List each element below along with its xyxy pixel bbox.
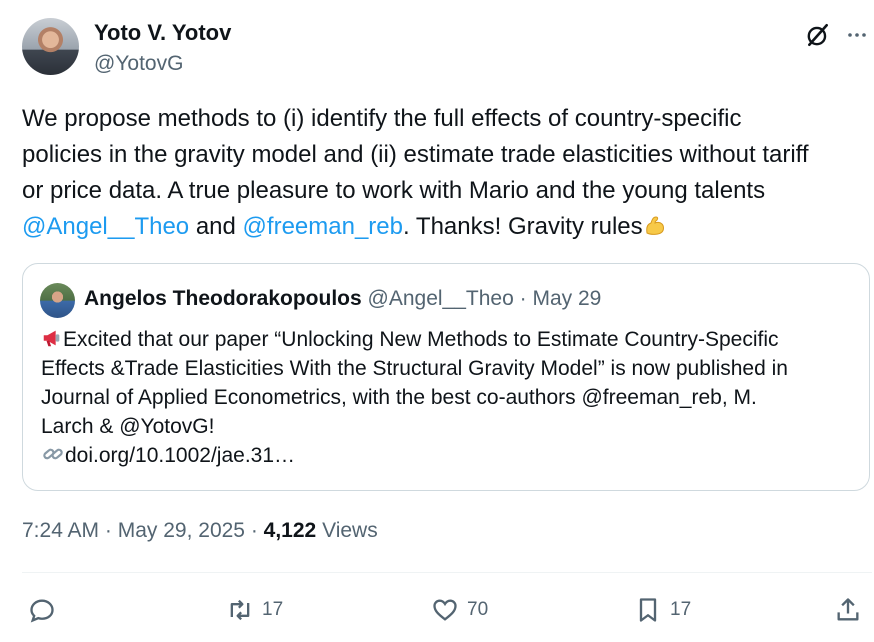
flexed-biceps-emoji bbox=[643, 212, 667, 236]
reply-button[interactable] bbox=[28, 594, 64, 626]
share-icon bbox=[837, 598, 859, 621]
tweet-time[interactable]: 7:24 AM bbox=[22, 519, 99, 542]
author-handle[interactable]: @YotovG bbox=[94, 52, 183, 76]
retweet-count: 17 bbox=[262, 599, 284, 620]
retweet-icon bbox=[230, 599, 250, 621]
quoted-line: Effects &Trade Elasticities With the Str… bbox=[41, 357, 788, 380]
share-button[interactable] bbox=[834, 594, 862, 626]
tweet-line: @Angel__Theo and @freeman_reb. Thanks! G… bbox=[22, 209, 872, 245]
heart-icon bbox=[433, 599, 457, 621]
divider bbox=[22, 572, 872, 573]
megaphone-emoji bbox=[41, 327, 63, 349]
meta-separator: · bbox=[513, 287, 533, 310]
quoted-line: Journal of Applied Econometrics, with th… bbox=[41, 386, 757, 409]
tweet-date[interactable]: May 29, 2025 bbox=[118, 519, 245, 542]
quoted-tweet-text: Excited that our paper “Unlocking New Me… bbox=[41, 325, 861, 470]
mention-link[interactable]: @freeman_reb bbox=[243, 213, 403, 240]
author-display-name[interactable]: Yoto V. Yotov bbox=[94, 20, 231, 46]
retweet-button[interactable]: 17 bbox=[226, 594, 283, 626]
quoted-tweet-date[interactable]: May 29 bbox=[532, 287, 601, 310]
meta-separator: · bbox=[245, 519, 264, 542]
views-label: Views bbox=[316, 519, 378, 542]
quoted-author-name[interactable]: Angelos Theodorakopoulos bbox=[84, 287, 362, 310]
bookmark-count: 17 bbox=[670, 599, 692, 620]
meta-separator: · bbox=[99, 519, 118, 542]
tweet-meta: 7:24 AM · May 29, 2025 · 4,122 Views bbox=[22, 519, 378, 543]
tweet-line: policies in the gravity model and (ii) e… bbox=[22, 141, 809, 168]
tweet-fragment: . Thanks! Gravity rules bbox=[403, 213, 643, 240]
grok-icon[interactable] bbox=[803, 20, 833, 50]
like-button[interactable]: 70 bbox=[431, 594, 488, 626]
tweet-line: We propose methods to (i) identify the f… bbox=[22, 105, 742, 132]
quoted-link[interactable]: doi.org/10.1002/jae.31… bbox=[65, 444, 295, 467]
more-icon[interactable] bbox=[842, 20, 872, 50]
quoted-link-line[interactable]: doi.org/10.1002/jae.31… bbox=[41, 441, 861, 470]
link-emoji bbox=[41, 443, 65, 465]
quoted-line-text: Excited that our paper “Unlocking New Me… bbox=[63, 328, 779, 351]
quoted-tweet-header: Angelos Theodorakopoulos @Angel__Theo · … bbox=[84, 287, 601, 311]
tweet-line: or price data. A true pleasure to work w… bbox=[22, 177, 766, 204]
reply-icon bbox=[30, 599, 54, 623]
quoted-author-avatar[interactable] bbox=[40, 283, 75, 318]
tweet-fragment: and bbox=[189, 213, 243, 240]
author-avatar[interactable] bbox=[22, 18, 79, 75]
quoted-author-handle[interactable]: @Angel__Theo bbox=[368, 287, 514, 310]
mention-link[interactable]: @Angel__Theo bbox=[22, 213, 189, 240]
bookmark-icon bbox=[639, 598, 657, 622]
views-count: 4,122 bbox=[263, 519, 317, 542]
tweet-text: We propose methods to (i) identify the f… bbox=[22, 101, 872, 245]
quoted-line: Larch & @YotovG! bbox=[41, 415, 215, 438]
quoted-line: Excited that our paper “Unlocking New Me… bbox=[41, 325, 861, 354]
bookmark-button[interactable]: 17 bbox=[634, 594, 691, 626]
like-count: 70 bbox=[467, 599, 489, 620]
